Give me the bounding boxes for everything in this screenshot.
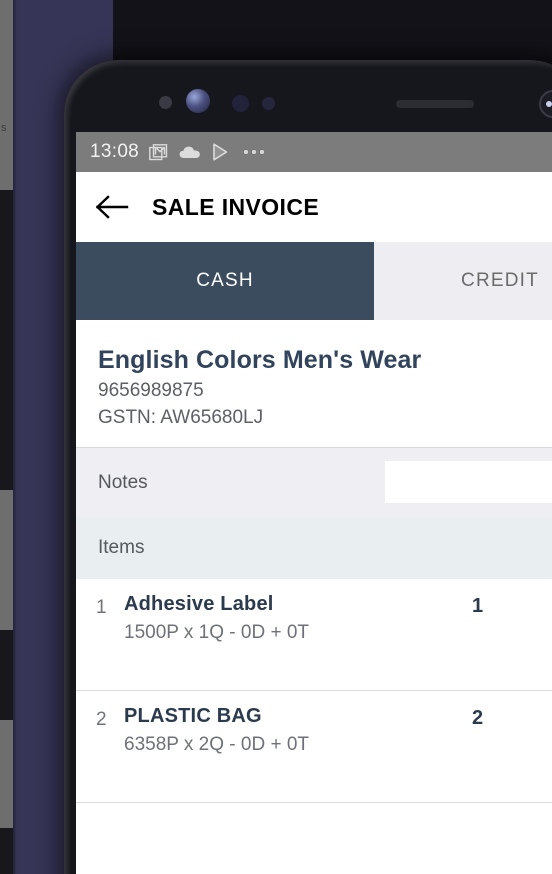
table-row[interactable]: 2 PLASTIC BAG 6358P x 2Q - 0D + 0T 2 1 xyxy=(76,691,552,803)
notes-input[interactable] xyxy=(385,461,552,503)
item-name: Adhesive Label xyxy=(124,593,274,615)
notes-row: Notes xyxy=(76,447,552,517)
item-detail: 1500P x 1Q - 0D + 0T xyxy=(124,622,309,643)
overflow-dots-icon xyxy=(244,150,265,154)
front-camera-icon xyxy=(186,89,210,113)
item-main: Adhesive Label 1500P x 1Q - 0D + 0T xyxy=(124,593,552,644)
gmail-icon xyxy=(149,143,168,160)
item-index: 2 xyxy=(96,709,107,730)
customer-block[interactable]: English Colors Men's Wear 9656989875 GST… xyxy=(76,320,552,447)
phone-top-bezel xyxy=(64,60,552,132)
play-store-icon xyxy=(213,143,228,161)
ir-sensor-icon xyxy=(262,97,275,110)
back-arrow-icon[interactable] xyxy=(96,195,130,219)
tab-cash[interactable]: CASH xyxy=(76,242,374,320)
items-header-label: Items xyxy=(98,537,145,558)
status-bar: 13:08 xyxy=(76,132,552,172)
tab-credit-label: CREDIT xyxy=(461,270,539,291)
customer-phone: 9656989875 xyxy=(98,380,204,401)
item-main: PLASTIC BAG 6358P x 2Q - 0D + 0T xyxy=(124,705,552,756)
items-section-header: Items xyxy=(76,517,552,579)
item-quantity: 2 xyxy=(472,707,484,729)
ir-sensor-icon xyxy=(232,95,249,112)
customer-name: English Colors Men's Wear xyxy=(98,346,422,374)
phone-screen: 13:08 SALE INVOICE CASH CREDIT English C… xyxy=(76,132,552,874)
screenshot-root: s e o 13:08 xyxy=(0,0,552,874)
page-title: SALE INVOICE xyxy=(152,193,320,220)
item-detail: 6358P x 2Q - 0D + 0T xyxy=(124,734,309,755)
background-text-fragment: s xyxy=(1,122,7,134)
secondary-camera-icon xyxy=(539,90,552,118)
tab-bar: CASH CREDIT xyxy=(76,242,552,320)
tab-credit[interactable]: CREDIT xyxy=(374,242,552,320)
table-row[interactable]: 1 Adhesive Label 1500P x 1Q - 0D + 0T 1 xyxy=(76,579,552,691)
item-quantity: 1 xyxy=(472,595,484,617)
item-index: 1 xyxy=(96,597,107,618)
status-bar-clock: 13:08 xyxy=(90,141,140,162)
status-bar-icons xyxy=(149,143,265,161)
cloud-icon xyxy=(179,146,200,158)
app-bar: SALE INVOICE xyxy=(76,172,552,242)
tab-cash-label: CASH xyxy=(196,270,254,291)
background-dark-strip xyxy=(0,630,13,720)
background-dark-strip xyxy=(0,828,13,874)
item-name: PLASTIC BAG xyxy=(124,705,262,727)
notes-label: Notes xyxy=(98,471,148,493)
proximity-sensor-icon xyxy=(159,96,172,109)
phone-device-mockup: 13:08 SALE INVOICE CASH CREDIT English C… xyxy=(64,60,552,874)
background-dark-strip xyxy=(0,190,13,490)
customer-gstn: GSTN: AW65680LJ xyxy=(98,407,264,428)
earpiece-speaker xyxy=(396,100,474,108)
background-panel-shadow xyxy=(13,0,17,874)
